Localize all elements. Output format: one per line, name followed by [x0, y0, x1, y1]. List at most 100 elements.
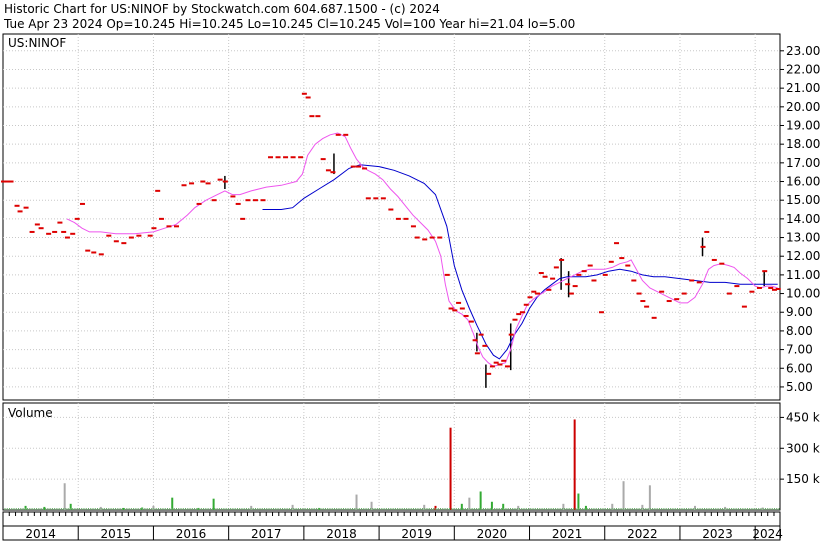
volume-baseline-tick	[692, 508, 694, 510]
volume-baseline-tick	[764, 508, 766, 510]
price-mark	[674, 298, 680, 301]
price-mark	[489, 365, 495, 368]
volume-baseline-tick	[300, 508, 302, 510]
price-mark	[315, 115, 321, 118]
price-mark	[17, 210, 23, 213]
volume-baseline-tick	[388, 508, 390, 510]
price-mark	[493, 361, 499, 364]
volume-baseline-tick	[776, 508, 778, 510]
volume-baseline-tick	[487, 508, 489, 510]
volume-baseline-tick	[737, 508, 739, 510]
volume-baseline-tick	[435, 508, 437, 510]
price-mark	[147, 234, 153, 237]
volume-baseline-tick	[480, 508, 482, 510]
price-mark	[309, 115, 315, 118]
volume-baseline-tick	[609, 508, 611, 510]
volume-baseline-tick	[324, 508, 326, 510]
price-mark	[330, 171, 336, 174]
volume-baseline-tick	[453, 508, 455, 510]
price-y-tick-label: 19.00	[786, 119, 820, 133]
price-mark	[681, 292, 687, 295]
volume-baseline-tick	[449, 508, 451, 510]
volume-baseline-tick	[358, 508, 360, 510]
volume-baseline-tick	[194, 508, 196, 510]
volume-baseline-tick	[173, 508, 175, 510]
volume-baseline-tick	[546, 508, 548, 510]
volume-baseline-tick	[652, 508, 654, 510]
price-panel-frame	[2, 33, 781, 401]
volume-baseline-tick	[440, 508, 442, 510]
price-y-tick-label: 21.00	[786, 81, 820, 95]
volume-baseline-tick	[597, 508, 599, 510]
price-y-tick-label: 22.00	[786, 62, 820, 76]
volume-baseline-tick	[293, 508, 295, 510]
price-mark	[572, 285, 578, 288]
volume-baseline-tick	[410, 508, 412, 510]
volume-baseline-tick	[309, 508, 311, 510]
volume-baseline-tick	[185, 508, 187, 510]
price-mark	[472, 339, 478, 342]
volume-baseline-tick	[430, 508, 432, 510]
volume-baseline-tick	[148, 508, 150, 510]
volume-baseline-tick	[397, 508, 399, 510]
volume-baseline-tick	[613, 508, 615, 510]
volume-baseline-tick	[92, 508, 94, 510]
volume-baseline-tick	[13, 508, 15, 510]
volume-baseline-tick	[191, 508, 193, 510]
price-mark	[474, 352, 480, 355]
price-mark	[343, 133, 349, 136]
volume-baseline-tick	[97, 508, 99, 510]
volume-baseline-tick	[189, 508, 191, 510]
volume-baseline-tick	[755, 508, 757, 510]
price-mark	[591, 279, 597, 282]
volume-baseline-tick	[638, 508, 640, 510]
volume-baseline-tick	[602, 508, 604, 510]
volume-baseline-tick	[437, 508, 439, 510]
volume-baseline-tick	[180, 508, 182, 510]
volume-baseline-tick	[390, 508, 392, 510]
price-mark	[768, 286, 774, 289]
volume-baseline-tick	[383, 508, 385, 510]
price-y-tick-label: 14.00	[786, 212, 820, 226]
volume-baseline-tick	[717, 508, 719, 510]
x-tick-label: 2018	[326, 527, 357, 541]
price-mark	[356, 165, 362, 168]
volume-baseline-tick	[270, 508, 272, 510]
volume-baseline-tick	[688, 508, 690, 510]
volume-baseline-tick	[365, 508, 367, 510]
x-tick-label: 2016	[176, 527, 207, 541]
volume-baseline-tick	[234, 508, 236, 510]
price-y-tick-label: 16.00	[786, 175, 820, 189]
volume-baseline-tick	[548, 508, 550, 510]
volume-baseline-tick	[252, 508, 254, 510]
volume-baseline-tick	[543, 508, 545, 510]
volume-baseline-tick	[288, 508, 290, 510]
volume-baseline-tick	[753, 508, 755, 510]
volume-baseline-tick	[683, 508, 685, 510]
price-y-tick-label: 18.00	[786, 137, 820, 151]
volume-baseline-tick	[60, 508, 62, 510]
volume-bar	[355, 494, 358, 510]
price-y-tick-label: 17.00	[786, 156, 820, 170]
volume-baseline-tick	[218, 508, 220, 510]
volume-baseline-tick	[458, 508, 460, 510]
volume-baseline-tick	[214, 508, 216, 510]
x-tick-label: 2019	[401, 527, 432, 541]
volume-baseline-tick	[654, 508, 656, 510]
volume-baseline-tick	[58, 508, 60, 510]
price-mark	[640, 300, 646, 303]
volume-baseline-tick	[771, 508, 773, 510]
price-mark	[512, 318, 518, 321]
volume-baseline-tick	[471, 508, 473, 510]
volume-baseline-tick	[516, 508, 518, 510]
price-mark	[565, 283, 571, 286]
volume-baseline-tick	[182, 508, 184, 510]
volume-baseline-tick	[564, 508, 566, 510]
price-mark	[211, 199, 217, 202]
volume-baseline-tick	[367, 508, 369, 510]
volume-baseline-tick	[379, 508, 381, 510]
price-mark	[619, 257, 625, 260]
price-mark	[38, 227, 44, 230]
volume-bar	[63, 483, 66, 510]
price-mark	[666, 300, 672, 303]
